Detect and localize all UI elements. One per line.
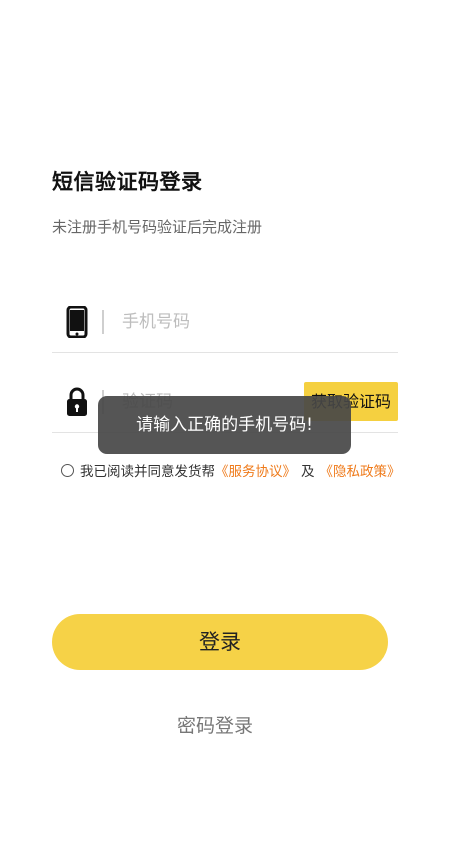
phone-input[interactable] [122,306,292,338]
phone-row [52,293,398,353]
password-login-link[interactable]: 密码登录 [0,711,430,738]
agreement-prefix: 我已阅读并同意发货帮 [80,464,215,480]
row-divider [52,352,398,353]
agreement-radio[interactable] [61,463,74,477]
login-button[interactable]: 登录 [52,614,388,670]
page-subtitle: 未注册手机号码验证后完成注册 [52,218,263,236]
privacy-policy-link[interactable]: 《隐私政策》 [320,460,401,480]
agreement-row: 我已阅读并同意发货帮 《服务协议》 及 《隐私政策》 [61,460,401,480]
lock-icon [66,386,88,418]
agreement-and: 及 [301,464,315,480]
phone-icon [66,305,88,339]
input-separator [102,310,104,334]
page-title: 短信验证码登录 [52,170,203,194]
service-agreement-link[interactable]: 《服务协议》 [215,460,296,480]
error-toast: 请输入正确的手机号码! [98,396,351,454]
